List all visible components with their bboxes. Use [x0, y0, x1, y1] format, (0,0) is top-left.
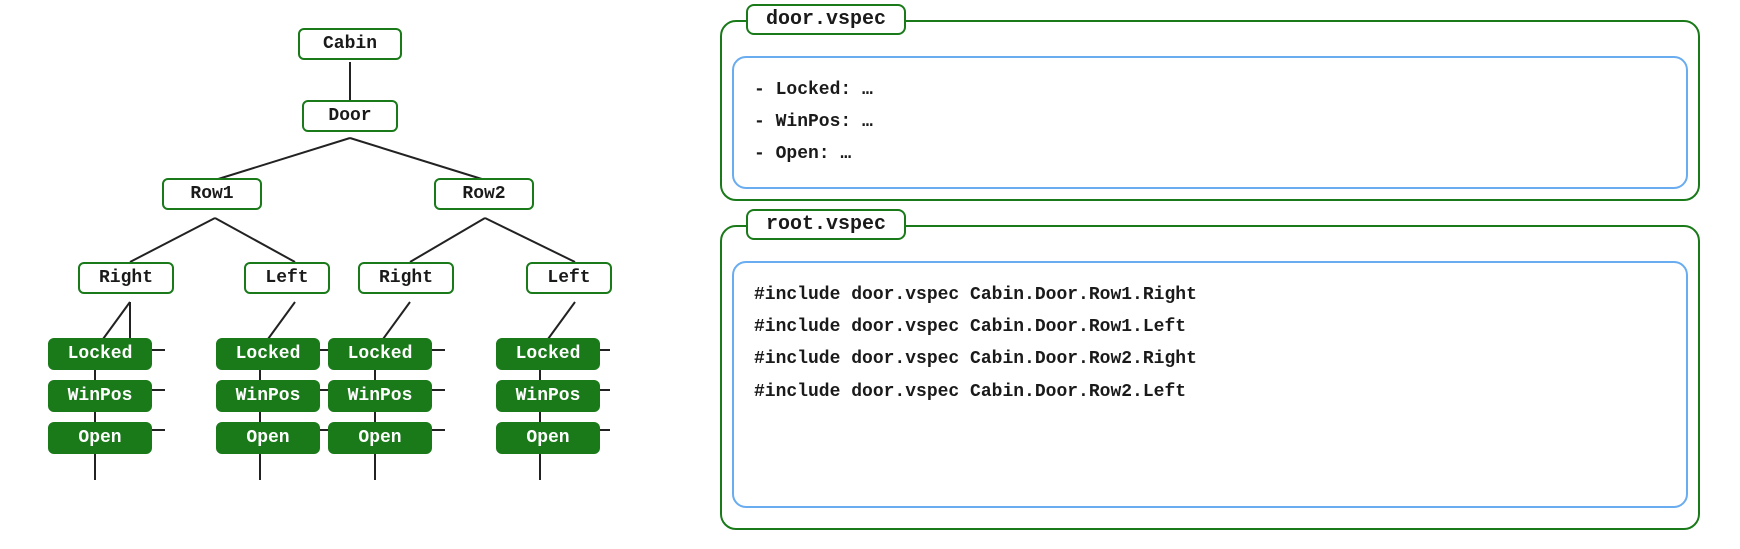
node-row1: Row1	[162, 178, 262, 210]
node-r2r-winpos: WinPos	[328, 380, 432, 412]
node-door: Door	[302, 100, 398, 132]
root-vspec-body: #include door.vspec Cabin.Door.Row1.Righ…	[732, 261, 1688, 508]
root-vspec-line-2: #include door.vspec Cabin.Door.Row1.Left	[754, 311, 1666, 343]
door-vspec-line-3: - Open: …	[754, 138, 1666, 170]
node-r1r-locked: Locked	[48, 338, 152, 370]
node-r2r-locked: Locked	[328, 338, 432, 370]
tree-canvas: Cabin Door Row1 Row2 Right Left Right Le…	[40, 20, 660, 530]
node-r1l-locked: Locked	[216, 338, 320, 370]
spec-panels: door.vspec - Locked: … - WinPos: … - Ope…	[720, 20, 1700, 530]
node-r2l-locked: Locked	[496, 338, 600, 370]
door-vspec-line-1: - Locked: …	[754, 74, 1666, 106]
node-r2r-open: Open	[328, 422, 432, 454]
node-r1r-open: Open	[48, 422, 152, 454]
root-vspec-title: root.vspec	[746, 209, 906, 240]
node-r2-left: Left	[526, 262, 612, 294]
root-vspec-line-4: #include door.vspec Cabin.Door.Row2.Left	[754, 376, 1666, 408]
root-vspec-line-1: #include door.vspec Cabin.Door.Row1.Righ…	[754, 279, 1666, 311]
door-vspec-line-2: - WinPos: …	[754, 106, 1666, 138]
node-r1-left: Left	[244, 262, 330, 294]
node-r2-right: Right	[358, 262, 454, 294]
root-vspec-panel: root.vspec #include door.vspec Cabin.Doo…	[720, 225, 1700, 530]
door-vspec-body: - Locked: … - WinPos: … - Open: …	[732, 56, 1688, 189]
door-vspec-panel: door.vspec - Locked: … - WinPos: … - Ope…	[720, 20, 1700, 201]
node-cabin: Cabin	[298, 28, 402, 60]
node-r1l-open: Open	[216, 422, 320, 454]
node-r1-right: Right	[78, 262, 174, 294]
door-vspec-title: door.vspec	[746, 4, 906, 35]
node-r2l-winpos: WinPos	[496, 380, 600, 412]
node-r1r-winpos: WinPos	[48, 380, 152, 412]
node-r2l-open: Open	[496, 422, 600, 454]
root-vspec-line-3: #include door.vspec Cabin.Door.Row2.Righ…	[754, 343, 1666, 375]
node-r1l-winpos: WinPos	[216, 380, 320, 412]
node-row2: Row2	[434, 178, 534, 210]
tree-diagram: Cabin Door Row1 Row2 Right Left Right Le…	[40, 20, 660, 530]
